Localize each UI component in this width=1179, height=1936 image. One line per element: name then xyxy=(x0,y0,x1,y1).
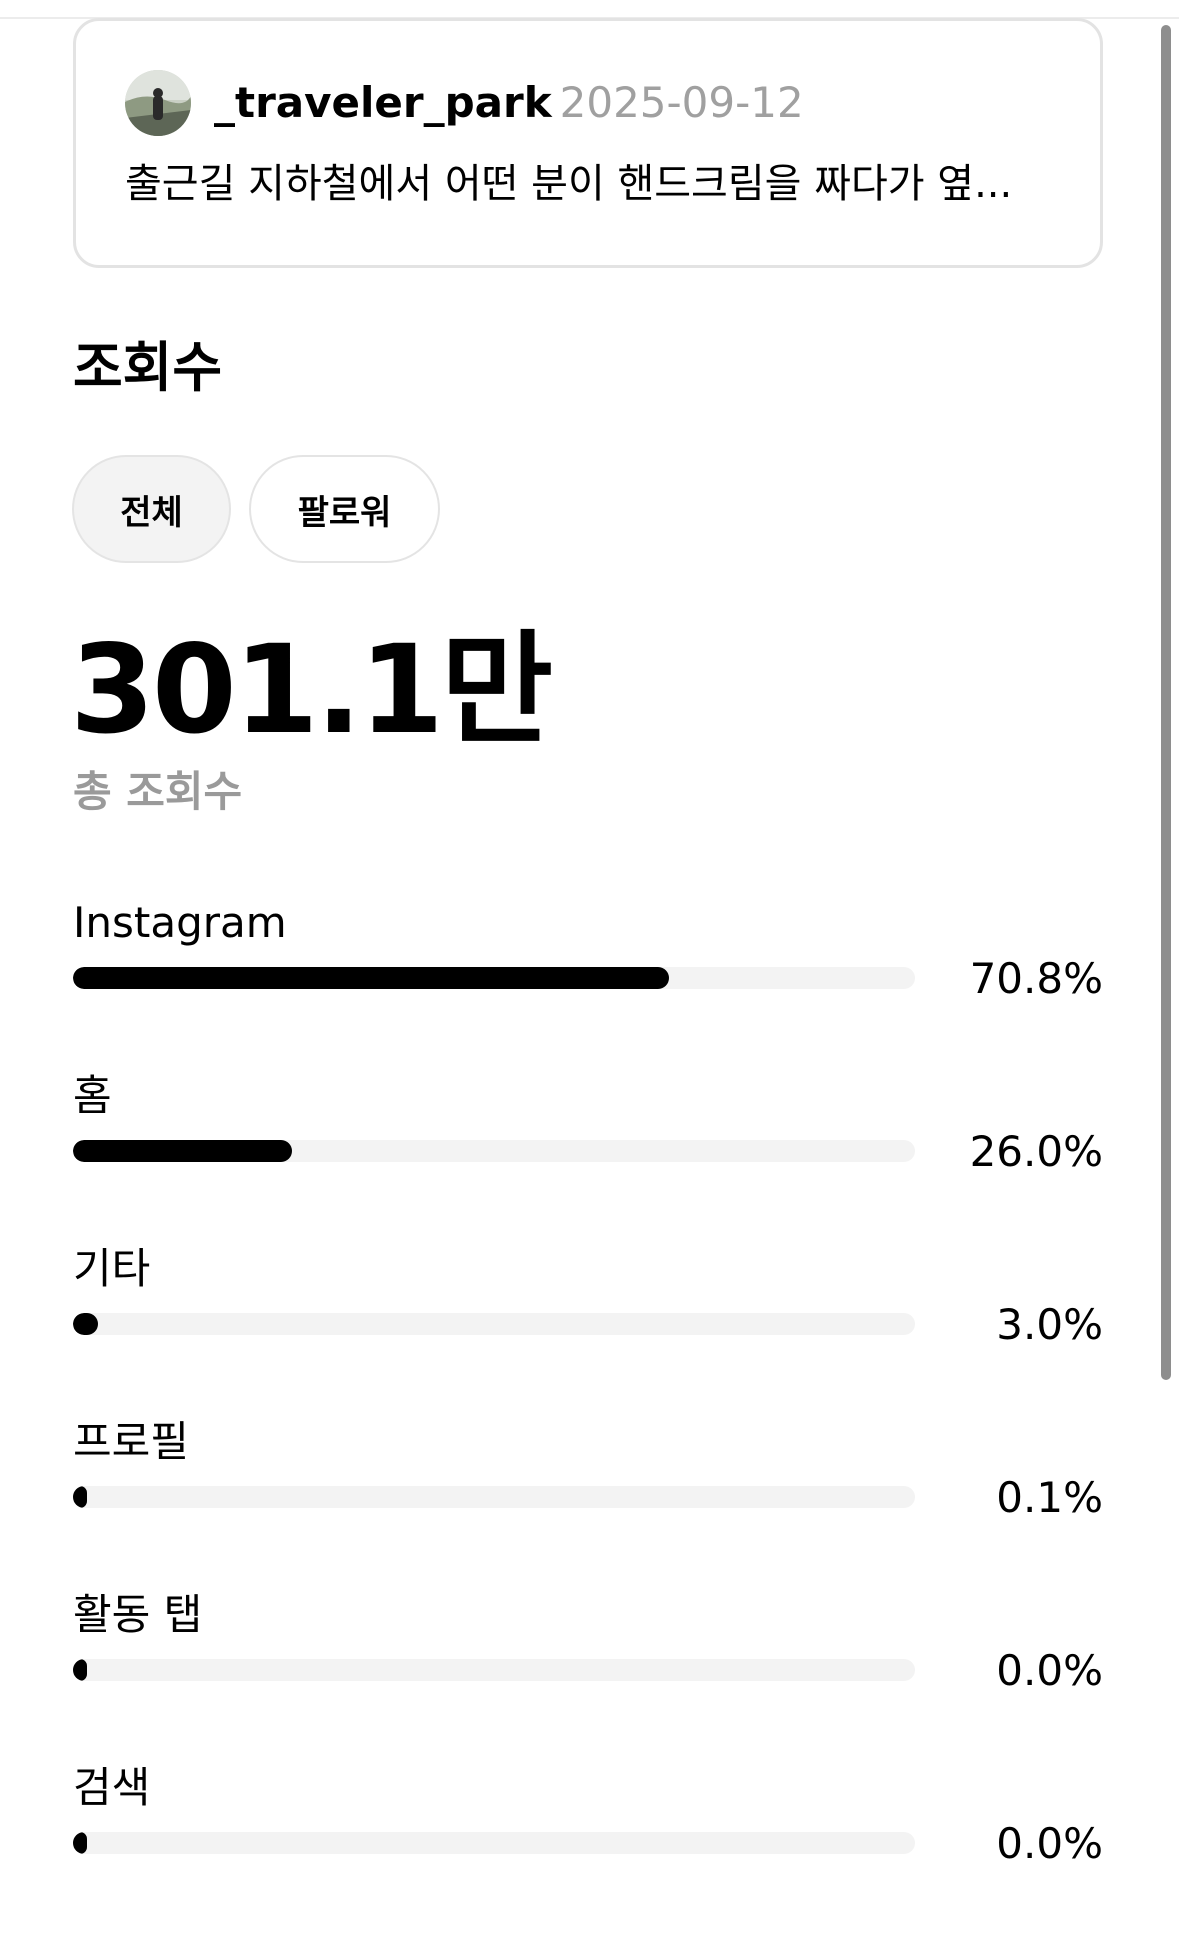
progress-fill xyxy=(73,1659,87,1681)
section-title-views: 조회수 xyxy=(73,336,223,399)
post-card[interactable]: _traveler_park 2025-09-12 출근길 지하철에서 어떤 분이… xyxy=(73,18,1103,268)
source-row: 기타 3.0% xyxy=(73,1241,1103,1391)
source-label: 프로필 xyxy=(73,1417,189,1466)
total-views-label: 총 조회수 xyxy=(73,767,243,816)
source-label: 기타 xyxy=(73,1244,151,1293)
source-percentage: 0.1% xyxy=(996,1473,1103,1522)
source-percentage: 26.0% xyxy=(969,1127,1103,1176)
source-label: 검색 xyxy=(73,1763,151,1812)
scrollbar[interactable] xyxy=(1161,25,1171,1380)
progress-track xyxy=(73,1313,915,1335)
progress-fill xyxy=(73,1313,99,1335)
source-row: 프로필 0.1% xyxy=(73,1414,1103,1564)
progress-track xyxy=(73,1140,915,1162)
avatar[interactable] xyxy=(125,70,191,136)
filter-all-button[interactable]: 전체 xyxy=(72,455,231,563)
progress-track xyxy=(73,1832,915,1854)
post-username[interactable]: _traveler_park xyxy=(214,78,552,127)
source-row: Instagram 70.8% xyxy=(73,895,1103,1045)
source-percentage: 0.0% xyxy=(996,1646,1103,1695)
post-date: 2025-09-12 xyxy=(559,78,804,127)
post-meta: _traveler_park 2025-09-12 xyxy=(214,76,804,130)
source-row: 활동 탭 0.0% xyxy=(73,1587,1103,1737)
source-label: Instagram xyxy=(73,898,287,947)
source-percentage: 3.0% xyxy=(996,1300,1103,1349)
progress-fill xyxy=(73,1832,87,1854)
progress-fill xyxy=(73,1140,292,1162)
filter-followers-button[interactable]: 팔로워 xyxy=(249,455,440,563)
source-percentage: 70.8% xyxy=(969,954,1103,1003)
progress-fill xyxy=(73,967,670,989)
progress-track xyxy=(73,967,915,989)
source-label: 홈 xyxy=(73,1071,112,1120)
progress-track xyxy=(73,1659,915,1681)
progress-track xyxy=(73,1486,915,1508)
total-views-value: 301.1만 xyxy=(70,619,553,761)
progress-fill xyxy=(73,1486,87,1508)
source-row: 검색 0.0% xyxy=(73,1760,1103,1910)
post-caption: 출근길 지하철에서 어떤 분이 핸드크림을 짜다가 옆... xyxy=(125,161,1013,207)
source-label: 활동 탭 xyxy=(73,1590,203,1639)
source-percentage: 0.0% xyxy=(996,1819,1103,1868)
source-row: 홈 26.0% xyxy=(73,1068,1103,1218)
